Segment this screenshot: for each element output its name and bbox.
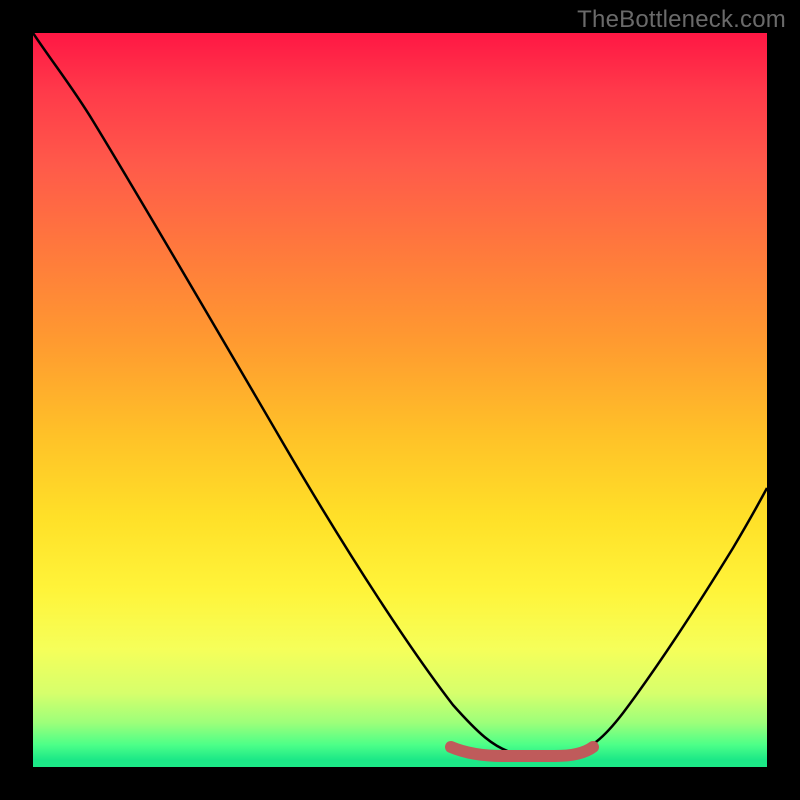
optimal-band xyxy=(451,747,593,756)
bottleneck-curve xyxy=(33,33,767,753)
watermark-text: TheBottleneck.com xyxy=(577,6,786,34)
curve-layer xyxy=(33,33,767,767)
chart-frame: TheBottleneck.com xyxy=(0,0,800,800)
plot-area xyxy=(33,33,767,767)
